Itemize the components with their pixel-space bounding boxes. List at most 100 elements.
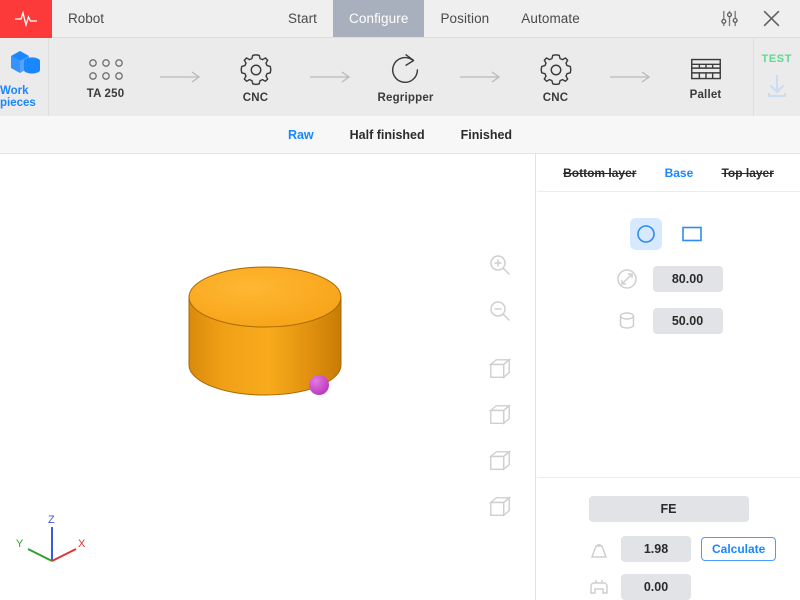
weight-input[interactable]: 1.98 — [621, 536, 691, 562]
height-input[interactable]: 50.00 — [652, 308, 723, 334]
arrow-right-icon — [609, 71, 650, 83]
payload-input[interactable]: 0.00 — [621, 574, 691, 600]
rotate-arrow-icon — [391, 53, 418, 83]
axis-label-z: Z — [48, 514, 55, 526]
axis-label-x: X — [78, 538, 86, 550]
arrow-right-icon — [159, 71, 200, 83]
diameter-field-row: 80.00 — [537, 266, 800, 292]
station-label: CNC — [242, 91, 269, 104]
arrow-right-icon — [459, 71, 500, 83]
station-label: Pallet — [689, 88, 722, 101]
test-label: TEST — [761, 53, 793, 65]
close-icon[interactable] — [761, 8, 782, 29]
axis-gizmo: Z X Y — [8, 509, 88, 592]
process-chain: TA 250 CNC Regripper CNC Pallet — [49, 38, 753, 116]
viewport-3d[interactable]: Z X Y — [0, 154, 536, 600]
cylinder-geometry — [188, 266, 342, 396]
gripper-icon-wrap — [587, 575, 611, 599]
view-side-button[interactable] — [477, 438, 523, 484]
view-cube-top-icon — [488, 404, 512, 425]
circle-icon — [636, 225, 655, 243]
state-tab-bar: Raw Half finished Finished — [0, 116, 800, 154]
station-regripper[interactable]: Regripper — [359, 51, 453, 104]
gripper-icon — [590, 580, 608, 594]
material-select[interactable]: FE — [588, 496, 749, 522]
square-shape-button[interactable] — [676, 218, 708, 250]
cube-cylinder-icon — [10, 50, 40, 74]
workpiece-model-cylinder[interactable] — [185, 257, 345, 417]
circle-shape-button[interactable] — [629, 218, 662, 250]
calculate-button[interactable]: Calculate — [701, 537, 777, 561]
viewport-toolbar — [477, 242, 523, 530]
height-cylinder-icon — [619, 312, 634, 329]
layer-tab-base[interactable]: Base — [665, 166, 694, 180]
station-cnc-1[interactable]: CNC — [209, 51, 303, 104]
material-section: FE 1.98 Calculate 0.00 — [537, 478, 800, 600]
top-bar: Robot Start Configure Position Automate — [0, 0, 800, 38]
layer-tab-top[interactable]: Top layer — [721, 166, 773, 180]
chain-arrow-3 — [453, 70, 509, 84]
view-cube-iso-icon — [488, 496, 512, 517]
diameter-icon — [616, 269, 637, 289]
test-button[interactable]: TEST — [752, 38, 800, 116]
station-label: TA 250 — [86, 87, 125, 100]
station-label: Regripper — [377, 91, 434, 104]
view-iso-button[interactable] — [477, 484, 523, 530]
panel-spacer — [537, 334, 800, 477]
state-tab-half-finished[interactable]: Half finished — [350, 128, 425, 142]
view-top-button[interactable] — [477, 392, 523, 438]
nav-tab-position[interactable]: Position — [424, 0, 505, 37]
top-bar-actions — [720, 0, 800, 37]
weight-row: 1.98 Calculate — [537, 536, 800, 562]
workpieces-label: Work pieces — [0, 84, 36, 109]
station-label: CNC — [542, 91, 569, 104]
material-row: FE — [537, 496, 800, 522]
view-cube-side-icon — [488, 450, 512, 471]
process-toolbar: Work pieces TA 250 CNC Regripper CNC Pal… — [0, 38, 800, 116]
chain-arrow-2 — [303, 70, 359, 84]
chain-arrow-4 — [603, 70, 659, 84]
properties-panel: Bottom layer Base Top layer 80.00 50.00 … — [537, 154, 800, 600]
zoom-out-button[interactable] — [477, 288, 523, 334]
layer-tab-bottom[interactable]: Bottom layer — [563, 166, 636, 180]
gear-icon — [239, 53, 272, 85]
coordinate-axes-icon: Z X Y — [16, 514, 86, 562]
pallet-icon — [690, 58, 721, 79]
diameter-icon-wrap — [615, 267, 639, 291]
nav-tab-start[interactable]: Start — [272, 0, 333, 37]
zoom-in-button[interactable] — [477, 242, 523, 288]
view-cube-front-icon — [488, 358, 512, 379]
layer-tab-bar: Bottom layer Base Top layer — [537, 154, 800, 192]
axis-label-y: Y — [16, 538, 24, 550]
state-tab-raw[interactable]: Raw — [288, 128, 314, 142]
top-navigation: Robot Start Configure Position Automate — [52, 0, 800, 37]
pulse-logo-icon — [15, 10, 37, 28]
gear-icon — [539, 53, 572, 85]
zoom-in-icon — [490, 255, 510, 275]
arrow-right-icon — [309, 71, 350, 83]
height-field-row: 50.00 — [537, 308, 800, 334]
app-logo[interactable] — [0, 0, 52, 38]
station-ta250[interactable]: TA 250 — [59, 55, 153, 100]
weight-icon-wrap — [587, 537, 611, 561]
app-root: Robot Start Configure Position Automate — [0, 0, 800, 600]
state-tab-finished[interactable]: Finished — [461, 128, 512, 142]
square-icon — [681, 226, 702, 242]
payload-row: 0.00 — [537, 574, 800, 600]
download-icon — [767, 75, 786, 97]
station-pallet[interactable]: Pallet — [659, 54, 753, 101]
station-cnc-2[interactable]: CNC — [509, 51, 603, 104]
diameter-input[interactable]: 80.00 — [652, 266, 723, 292]
sliders-icon[interactable] — [720, 9, 739, 28]
six-dots-icon — [88, 58, 123, 80]
window-title: Robot — [68, 11, 105, 26]
view-front-button[interactable] — [477, 346, 523, 392]
height-icon-wrap — [615, 309, 639, 333]
workpieces-button[interactable]: Work pieces — [0, 38, 49, 116]
weight-icon — [590, 544, 608, 558]
nav-tab-configure[interactable]: Configure — [333, 0, 425, 37]
nav-tab-automate[interactable]: Automate — [505, 0, 596, 37]
shape-selector — [537, 218, 800, 250]
zoom-out-icon — [490, 301, 510, 321]
